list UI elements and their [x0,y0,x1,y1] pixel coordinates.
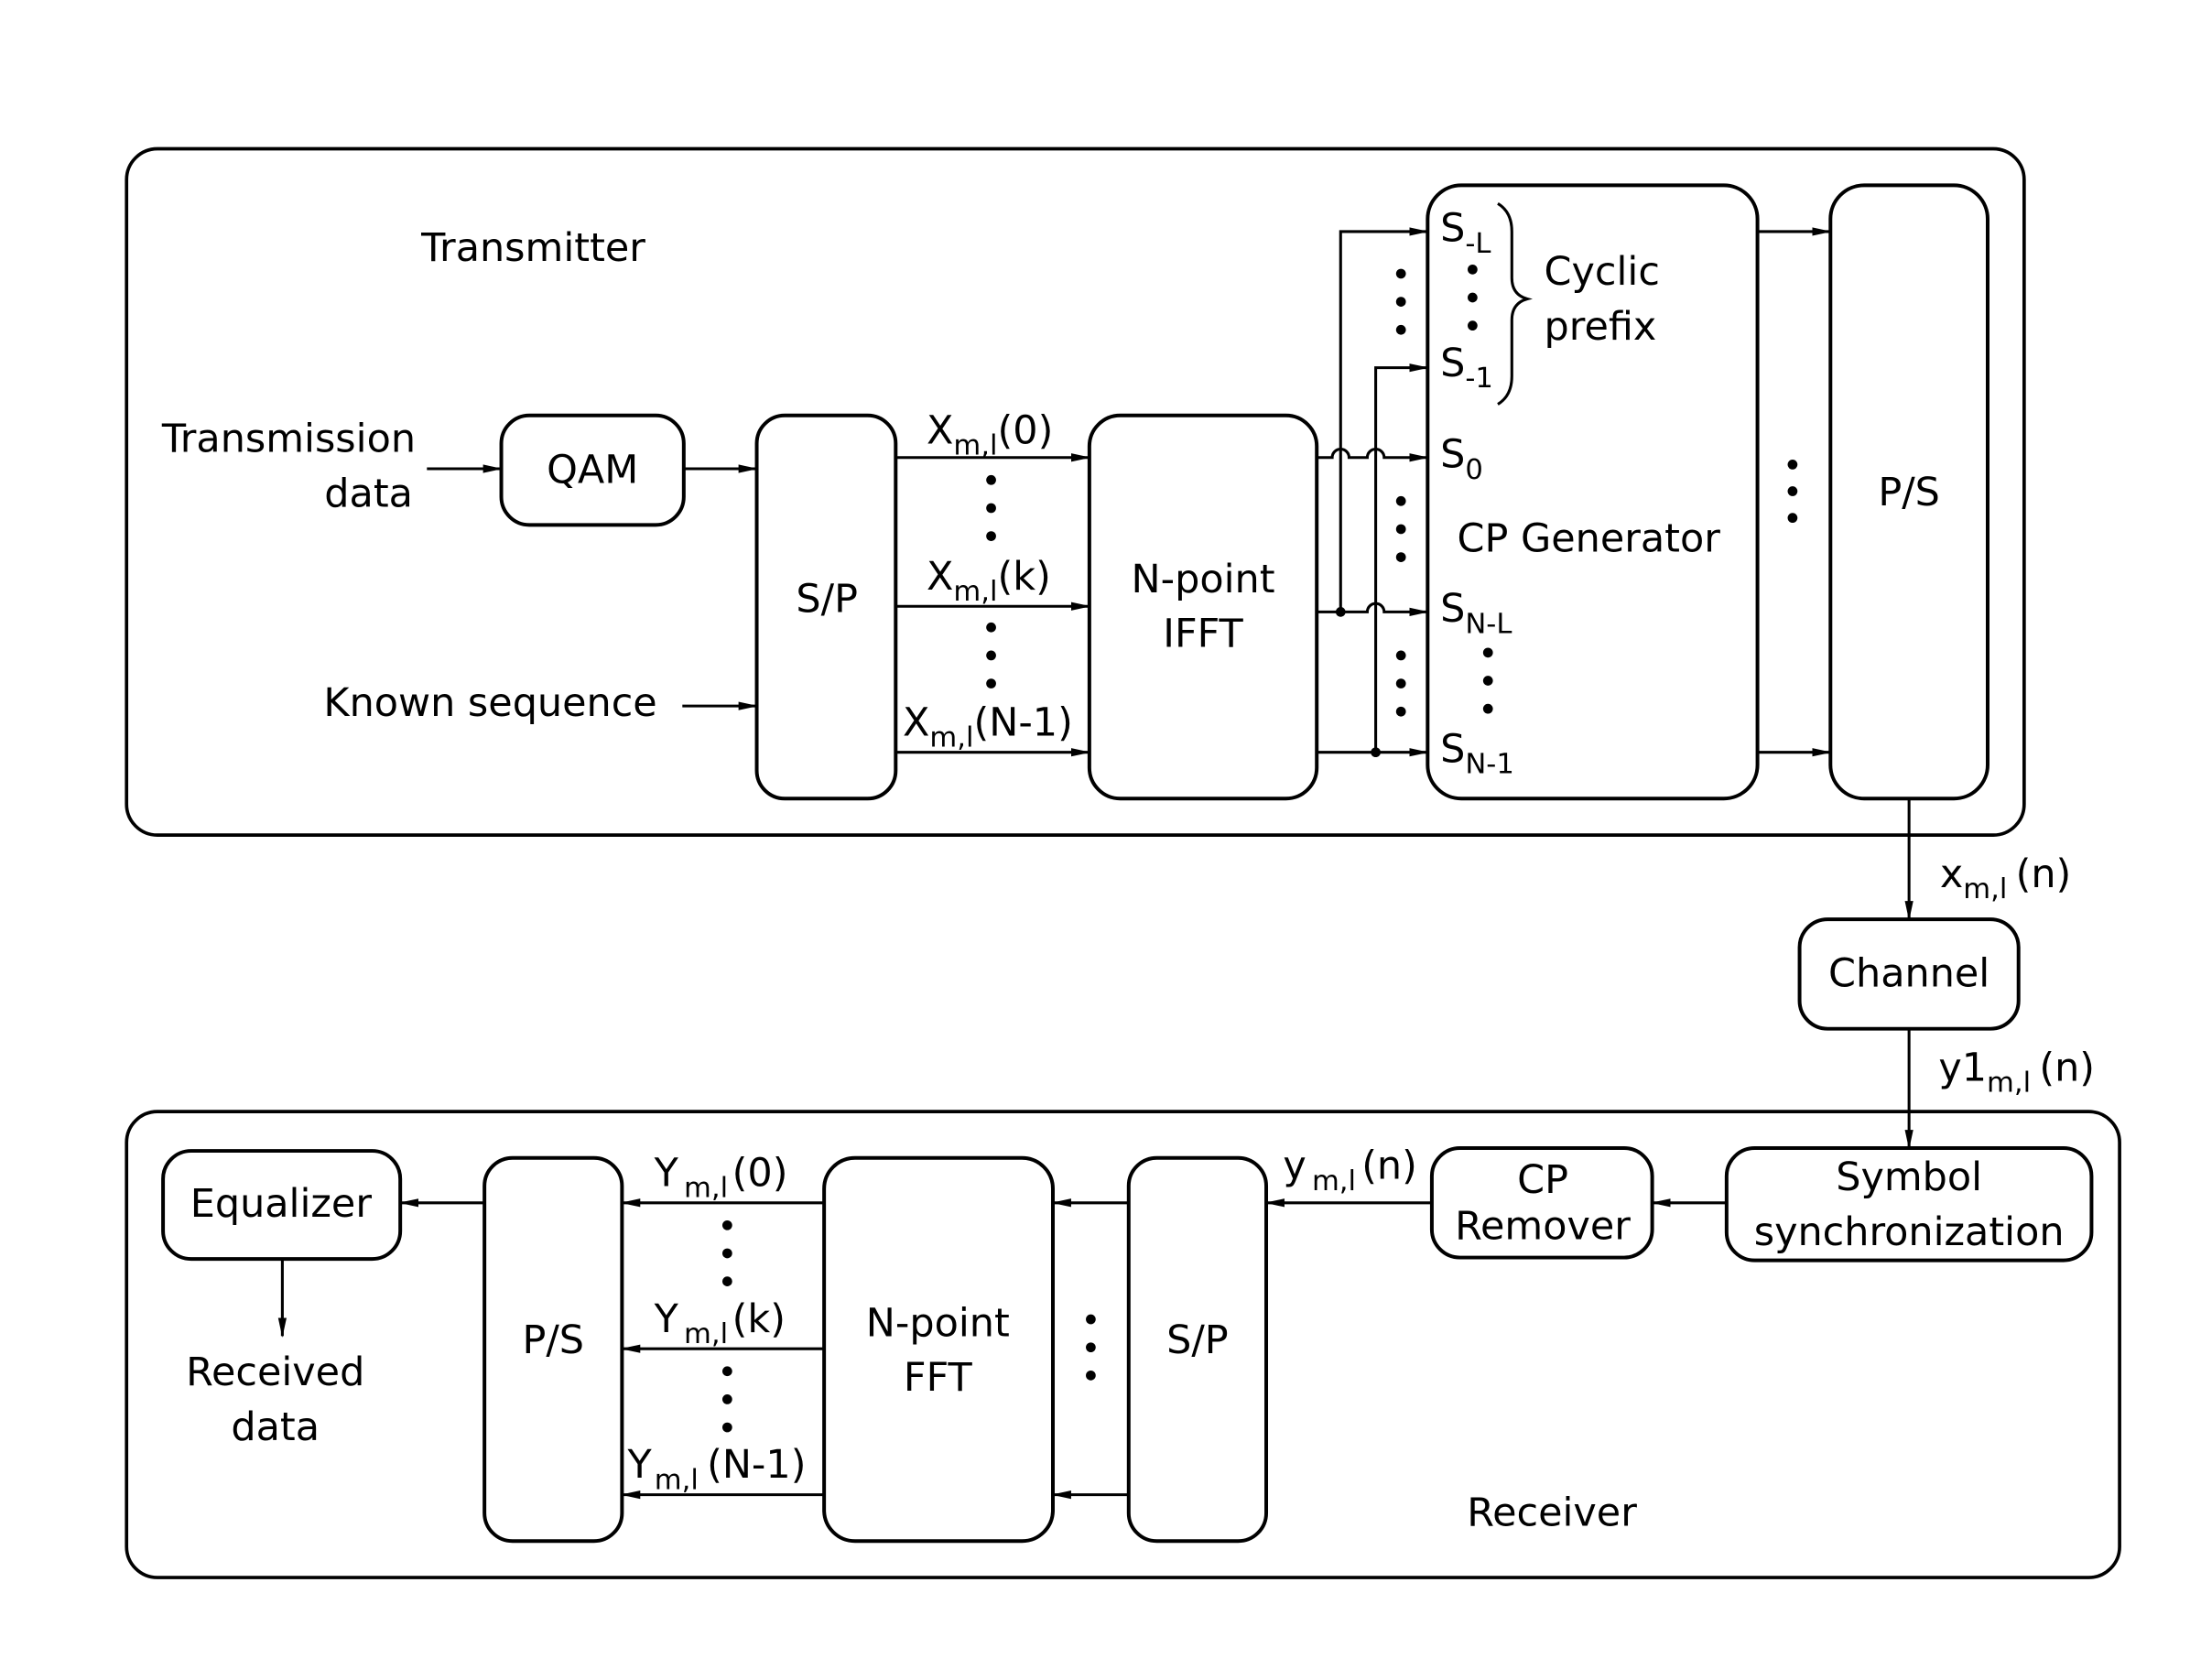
Y0-label: Ym,l (0) [654,1150,788,1204]
junction-sNL [1335,607,1346,617]
rx-ps-label: P/S [522,1317,584,1363]
ellipsis-wires-3 [1395,650,1406,717]
ellipsis-wires-2 [1395,495,1406,562]
cp-generator-label: CP Generator [1458,515,1721,561]
rx-y-signal: y m,l (n) [1283,1143,1416,1198]
known-sequence-label: Known sequence [323,680,656,726]
received-data-label-2: data [231,1404,320,1450]
ofdm-block-diagram: Transmitter Transmission data QAM Known … [125,146,2121,1579]
ifft-label-1: N-point [1132,557,1275,602]
ifft-label-2: IFFT [1163,612,1243,657]
fft-block[interactable] [822,1155,1056,1544]
YN1-label: Ym,l (N-1) [627,1442,807,1496]
transmission-data-label-2: data [324,471,413,516]
fft-label-2: FFT [904,1355,973,1401]
channel-label: Channel [1828,951,1989,997]
cp-remover-label-2: Remover [1455,1204,1631,1250]
xN1-label: Xm,l(N-1) [903,699,1073,753]
Yk-label: Ym,l (k) [654,1296,786,1350]
cp-remover-label-1: CP [1517,1157,1568,1203]
received-data-label-1: Received [186,1349,364,1395]
wire-sNL [1317,602,1429,616]
cyclic-prefix-label-1: Cyclic [1545,249,1660,295]
transmitter-title: Transmitter [420,225,645,271]
x0-label: Xm,l(0) [927,407,1053,461]
tap-to-s-L [1339,227,1429,612]
ellipsis-Y-upper [721,1219,732,1286]
ellipsis-cp-ps [1787,460,1798,524]
tx-output-signal: xm,l (n) [1940,851,2071,905]
ifft-block[interactable] [1087,413,1319,801]
wire-s0 [1317,448,1429,462]
xk-label: Xm,l(k) [927,554,1051,608]
ellipsis-sp-fft [1086,1314,1096,1381]
tx-sp-label: S/P [796,576,858,622]
fft-label-1: N-point [866,1300,1010,1346]
channel-output-signal: y1m,l (n) [1938,1045,2095,1099]
ellipsis-Y-lower [721,1366,732,1433]
symbol-sync-label-1: Symbol [1836,1154,1982,1200]
ellipsis-x-upper [986,474,996,541]
symbol-sync-label-2: synchronization [1754,1209,2065,1255]
ellipsis-x-lower [986,622,996,688]
receiver-title: Receiver [1467,1490,1637,1535]
qam-label: QAM [547,447,638,493]
junction-sN1 [1371,747,1381,758]
ellipsis-wires-1 [1395,268,1406,335]
transmission-data-label: Transmission [161,417,416,462]
equalizer-label: Equalizer [190,1181,373,1227]
rx-sp-label: S/P [1166,1317,1229,1363]
cyclic-prefix-label-2: prefix [1545,304,1657,350]
tx-ps-label: P/S [1878,470,1940,515]
